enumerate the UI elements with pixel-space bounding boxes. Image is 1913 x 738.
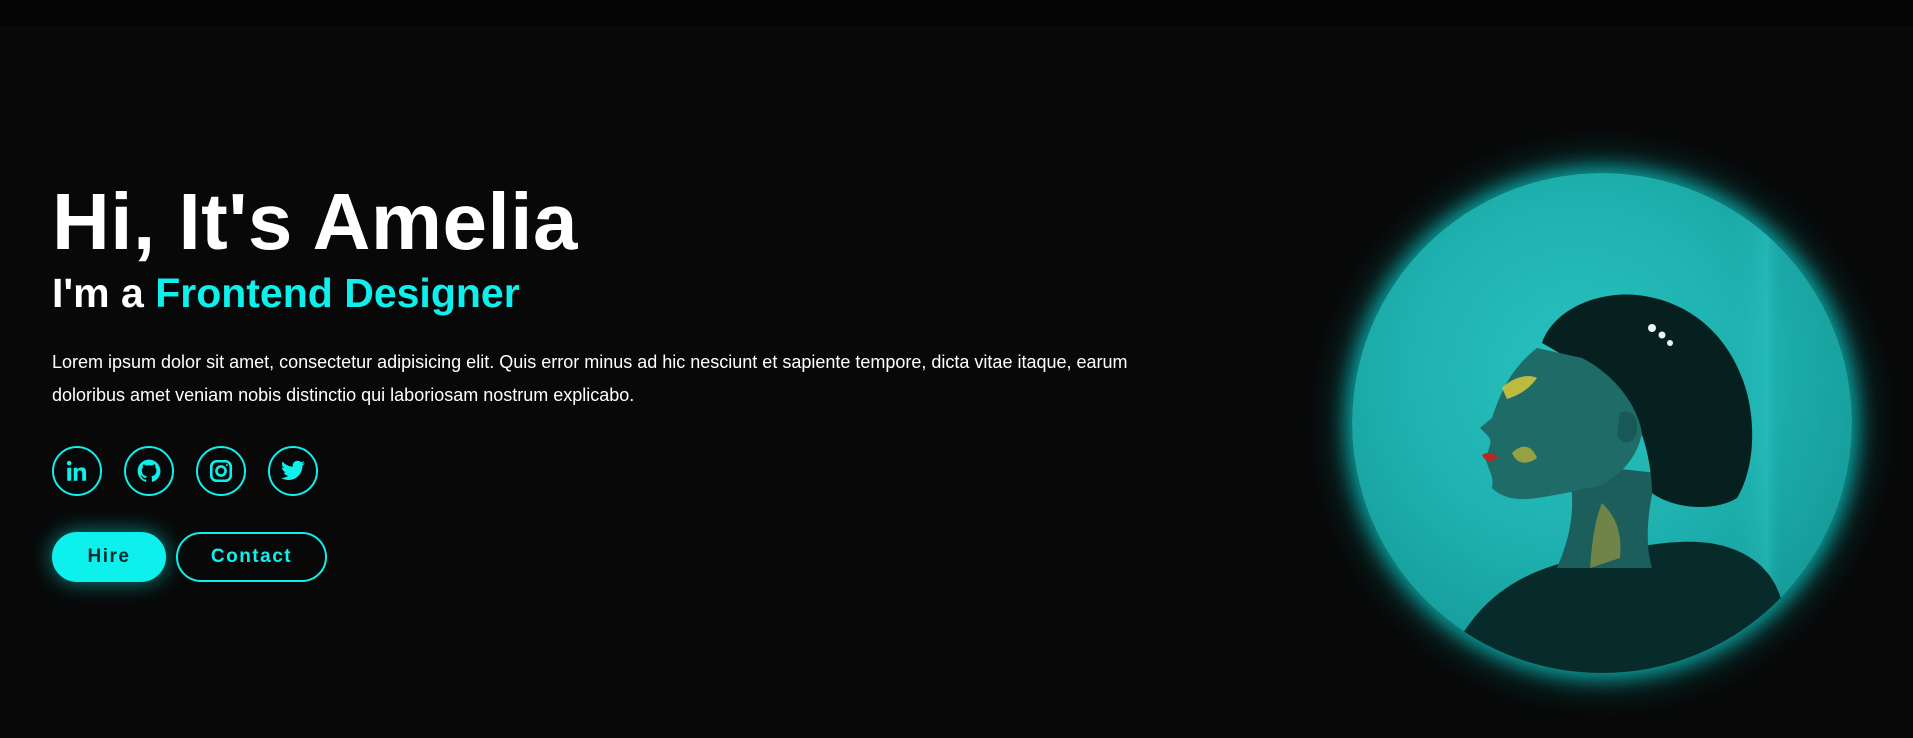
instagram-link[interactable] (196, 446, 246, 496)
hire-button[interactable]: Hire (52, 532, 166, 582)
hero-description: Lorem ipsum dolor sit amet, consectetur … (52, 352, 1128, 405)
hero-content: Hi, It's Amelia I'm a Frontend Designer … (52, 176, 1152, 582)
hero-subtitle: I'm a Frontend Designer (52, 266, 1152, 320)
social-links (52, 446, 1152, 496)
linkedin-icon (64, 458, 90, 484)
linkedin-link[interactable] (52, 446, 102, 496)
instagram-icon (208, 458, 234, 484)
github-link[interactable] (124, 446, 174, 496)
profile-portrait-illustration (1442, 173, 1786, 673)
role-text: Frontend Designer (155, 270, 520, 316)
top-bar (0, 0, 1913, 26)
contact-button[interactable]: Contact (176, 532, 327, 582)
role-prefix: I'm a (52, 270, 156, 316)
twitter-link[interactable] (268, 446, 318, 496)
twitter-icon (280, 458, 306, 484)
github-icon (136, 458, 162, 484)
hero-buttons: Hire Contact (52, 532, 1152, 582)
profile-photo (1352, 173, 1852, 673)
hero-section: Hi, It's Amelia I'm a Frontend Designer … (0, 26, 1913, 738)
hero-title: Hi, It's Amelia (52, 177, 578, 266)
